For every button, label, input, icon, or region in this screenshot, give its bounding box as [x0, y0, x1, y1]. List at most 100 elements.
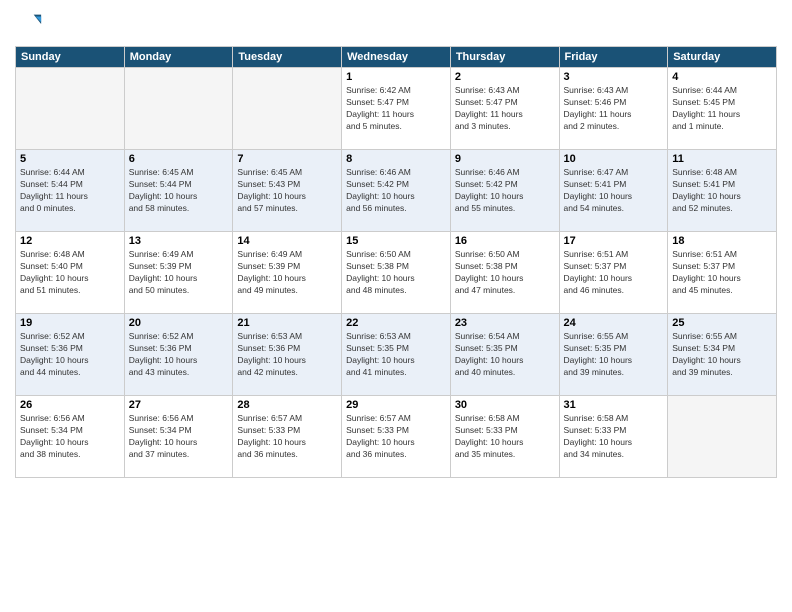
day-number: 27	[129, 399, 229, 411]
weekday-header-row: SundayMondayTuesdayWednesdayThursdayFrid…	[16, 47, 777, 68]
calendar-cell: 1 Sunrise: 6:42 AMSunset: 5:47 PMDaylight…	[342, 68, 451, 150]
week-row-5: 26 Sunrise: 6:56 AMSunset: 5:34 PMDayligh…	[16, 396, 777, 478]
weekday-header-thursday: Thursday	[450, 47, 559, 68]
day-number: 13	[129, 235, 229, 247]
day-info: Sunrise: 6:47 AMSunset: 5:41 PMDaylight:…	[564, 167, 664, 215]
weekday-header-saturday: Saturday	[668, 47, 777, 68]
day-info: Sunrise: 6:55 AMSunset: 5:34 PMDaylight:…	[672, 331, 772, 379]
calendar-cell: 28 Sunrise: 6:57 AMSunset: 5:33 PMDayligh…	[233, 396, 342, 478]
weekday-header-friday: Friday	[559, 47, 668, 68]
calendar-cell: 13Sunrise: 6:49 AMSunset: 5:39 PMDayligh…	[124, 232, 233, 314]
day-info: Sunrise: 6:44 AMSunset: 5:44 PMDaylight:…	[20, 167, 120, 215]
calendar-cell: 18 Sunrise: 6:51 AMSunset: 5:37 PMDayligh…	[668, 232, 777, 314]
day-info: Sunrise: 6:48 AMSunset: 5:40 PMDaylight:…	[20, 249, 120, 297]
day-info: Sunrise: 6:55 AMSunset: 5:35 PMDaylight:…	[564, 331, 664, 379]
calendar-cell: 15Sunrise: 6:50 AMSunset: 5:38 PMDayligh…	[342, 232, 451, 314]
day-number: 4	[672, 71, 772, 83]
day-info: Sunrise: 6:43 AMSunset: 5:46 PMDaylight:…	[564, 85, 664, 133]
day-number: 12	[20, 235, 120, 247]
day-info: Sunrise: 6:49 AMSunset: 5:39 PMDaylight:…	[237, 249, 337, 297]
calendar-cell: 12 Sunrise: 6:48 AMSunset: 5:40 PMDayligh…	[16, 232, 125, 314]
calendar-cell: 7Sunrise: 6:45 AMSunset: 5:43 PMDaylight…	[233, 150, 342, 232]
calendar-cell: 8Sunrise: 6:46 AMSunset: 5:42 PMDaylight…	[342, 150, 451, 232]
calendar-table: SundayMondayTuesdayWednesdayThursdayFrid…	[15, 46, 777, 478]
calendar-cell: 27 Sunrise: 6:56 AMSunset: 5:34 PMDayligh…	[124, 396, 233, 478]
weekday-header-monday: Monday	[124, 47, 233, 68]
weekday-header-sunday: Sunday	[16, 47, 125, 68]
calendar-cell: 19 Sunrise: 6:52 AMSunset: 5:36 PMDayligh…	[16, 314, 125, 396]
day-info: Sunrise: 6:53 AMSunset: 5:35 PMDaylight:…	[346, 331, 446, 379]
calendar-cell: 23Sunrise: 6:54 AMSunset: 5:35 PMDayligh…	[450, 314, 559, 396]
calendar-cell: 24 Sunrise: 6:55 AMSunset: 5:35 PMDayligh…	[559, 314, 668, 396]
day-info: Sunrise: 6:57 AMSunset: 5:33 PMDaylight:…	[237, 413, 337, 461]
day-number: 9	[455, 153, 555, 165]
day-number: 26	[20, 399, 120, 411]
day-number: 14	[237, 235, 337, 247]
day-info: Sunrise: 6:51 AMSunset: 5:37 PMDaylight:…	[672, 249, 772, 297]
weekday-header-wednesday: Wednesday	[342, 47, 451, 68]
day-info: Sunrise: 6:53 AMSunset: 5:36 PMDaylight:…	[237, 331, 337, 379]
week-row-4: 19 Sunrise: 6:52 AMSunset: 5:36 PMDayligh…	[16, 314, 777, 396]
day-number: 5	[20, 153, 120, 165]
day-info: Sunrise: 6:50 AMSunset: 5:38 PMDaylight:…	[455, 249, 555, 297]
day-number: 19	[20, 317, 120, 329]
calendar-cell: 10 Sunrise: 6:47 AMSunset: 5:41 PMDayligh…	[559, 150, 668, 232]
day-info: Sunrise: 6:45 AMSunset: 5:43 PMDaylight:…	[237, 167, 337, 215]
calendar-cell: 30Sunrise: 6:58 AMSunset: 5:33 PMDayligh…	[450, 396, 559, 478]
day-number: 11	[672, 153, 772, 165]
calendar-cell: 9 Sunrise: 6:46 AMSunset: 5:42 PMDaylight…	[450, 150, 559, 232]
day-number: 28	[237, 399, 337, 411]
day-info: Sunrise: 6:46 AMSunset: 5:42 PMDaylight:…	[346, 167, 446, 215]
day-number: 23	[455, 317, 555, 329]
day-number: 15	[346, 235, 446, 247]
calendar-cell: 17Sunrise: 6:51 AMSunset: 5:37 PMDayligh…	[559, 232, 668, 314]
day-number: 3	[564, 71, 664, 83]
day-info: Sunrise: 6:56 AMSunset: 5:34 PMDaylight:…	[20, 413, 120, 461]
day-number: 6	[129, 153, 229, 165]
calendar-cell	[16, 68, 125, 150]
calendar-cell: 20Sunrise: 6:52 AMSunset: 5:36 PMDayligh…	[124, 314, 233, 396]
week-row-2: 5 Sunrise: 6:44 AMSunset: 5:44 PMDaylight…	[16, 150, 777, 232]
weekday-header-tuesday: Tuesday	[233, 47, 342, 68]
day-info: Sunrise: 6:44 AMSunset: 5:45 PMDaylight:…	[672, 85, 772, 133]
calendar-cell: 25Sunrise: 6:55 AMSunset: 5:34 PMDayligh…	[668, 314, 777, 396]
day-number: 24	[564, 317, 664, 329]
calendar-cell: 29Sunrise: 6:57 AMSunset: 5:33 PMDayligh…	[342, 396, 451, 478]
day-info: Sunrise: 6:46 AMSunset: 5:42 PMDaylight:…	[455, 167, 555, 215]
day-info: Sunrise: 6:58 AMSunset: 5:33 PMDaylight:…	[455, 413, 555, 461]
day-number: 18	[672, 235, 772, 247]
week-row-3: 12 Sunrise: 6:48 AMSunset: 5:40 PMDayligh…	[16, 232, 777, 314]
calendar-cell: 2 Sunrise: 6:43 AMSunset: 5:47 PMDaylight…	[450, 68, 559, 150]
day-number: 1	[346, 71, 446, 83]
calendar-cell: 4 Sunrise: 6:44 AMSunset: 5:45 PMDaylight…	[668, 68, 777, 150]
calendar-cell	[668, 396, 777, 478]
day-number: 21	[237, 317, 337, 329]
day-number: 2	[455, 71, 555, 83]
calendar-cell: 5 Sunrise: 6:44 AMSunset: 5:44 PMDaylight…	[16, 150, 125, 232]
logo	[15, 10, 47, 38]
day-number: 20	[129, 317, 229, 329]
calendar-cell: 14 Sunrise: 6:49 AMSunset: 5:39 PMDayligh…	[233, 232, 342, 314]
logo-icon	[15, 10, 43, 38]
calendar-cell: 31 Sunrise: 6:58 AMSunset: 5:33 PMDayligh…	[559, 396, 668, 478]
calendar-cell	[124, 68, 233, 150]
week-row-1: 1 Sunrise: 6:42 AMSunset: 5:47 PMDaylight…	[16, 68, 777, 150]
day-info: Sunrise: 6:56 AMSunset: 5:34 PMDaylight:…	[129, 413, 229, 461]
day-number: 22	[346, 317, 446, 329]
calendar-cell: 11Sunrise: 6:48 AMSunset: 5:41 PMDayligh…	[668, 150, 777, 232]
calendar-cell: 26 Sunrise: 6:56 AMSunset: 5:34 PMDayligh…	[16, 396, 125, 478]
header	[15, 10, 777, 38]
day-info: Sunrise: 6:43 AMSunset: 5:47 PMDaylight:…	[455, 85, 555, 133]
day-info: Sunrise: 6:42 AMSunset: 5:47 PMDaylight:…	[346, 85, 446, 133]
day-number: 16	[455, 235, 555, 247]
day-info: Sunrise: 6:45 AMSunset: 5:44 PMDaylight:…	[129, 167, 229, 215]
calendar-page: SundayMondayTuesdayWednesdayThursdayFrid…	[0, 0, 792, 612]
day-info: Sunrise: 6:57 AMSunset: 5:33 PMDaylight:…	[346, 413, 446, 461]
calendar-cell: 16 Sunrise: 6:50 AMSunset: 5:38 PMDayligh…	[450, 232, 559, 314]
calendar-cell: 21 Sunrise: 6:53 AMSunset: 5:36 PMDayligh…	[233, 314, 342, 396]
day-info: Sunrise: 6:58 AMSunset: 5:33 PMDaylight:…	[564, 413, 664, 461]
day-number: 31	[564, 399, 664, 411]
calendar-cell: 22 Sunrise: 6:53 AMSunset: 5:35 PMDayligh…	[342, 314, 451, 396]
day-number: 10	[564, 153, 664, 165]
day-info: Sunrise: 6:52 AMSunset: 5:36 PMDaylight:…	[20, 331, 120, 379]
